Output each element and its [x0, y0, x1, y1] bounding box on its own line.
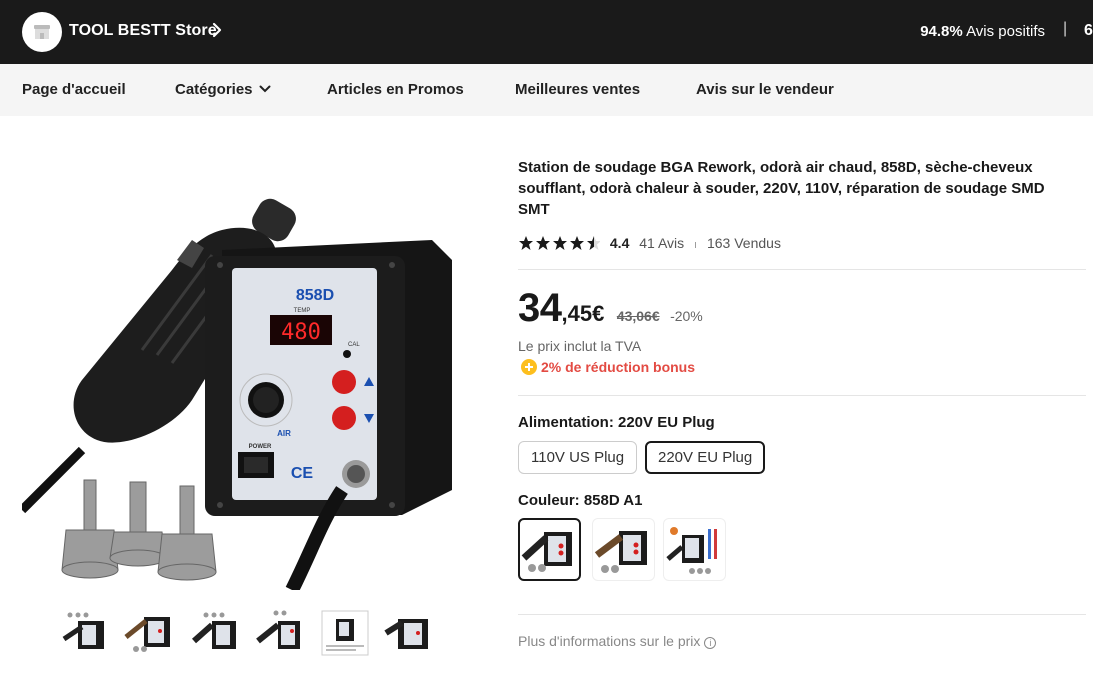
device-temp-label: TEMP — [294, 308, 311, 314]
store-nav: Page d'accueil Catégories Articles en Pr… — [0, 64, 1093, 116]
color-option-label: Couleur: 858D A1 — [518, 492, 643, 509]
thumbnail-4[interactable] — [256, 607, 306, 657]
bonus-discount[interactable]: 2% de réduction bonus — [521, 359, 695, 375]
thumbnail-5[interactable] — [320, 607, 370, 657]
star-icon — [519, 236, 533, 250]
bonus-text: 2% de réduction bonus — [541, 359, 696, 375]
store-logo-icon[interactable] — [22, 12, 62, 52]
star-icon — [570, 236, 584, 250]
vat-note: Le prix inclut la TVA — [518, 338, 642, 354]
nav-categories[interactable]: Catégories — [175, 81, 271, 98]
more-price-info-label: Plus d'informations sur le prix — [518, 633, 701, 649]
store-name-link[interactable]: TOOL BESTT Store — [69, 22, 217, 40]
store-separator: | — [1063, 20, 1068, 37]
store-followers-truncated: 6 — [1084, 22, 1093, 39]
color-option-a2[interactable] — [592, 518, 655, 581]
sold-count: 163 Vendus — [706, 235, 781, 252]
discount-badge: -20% — [670, 308, 703, 324]
device-cal-label: CAL — [348, 342, 360, 348]
device-power-label: POWER — [249, 444, 272, 450]
color-option-a1[interactable] — [518, 518, 581, 581]
store-header: TOOL BESTT Store 94.8% Avis positifs | 6 — [0, 0, 1093, 64]
store-positive-rating: 94.8% Avis positifs — [920, 23, 1045, 40]
rating-row[interactable]: 4.4 41 Avis ı 163 Vendus — [518, 235, 781, 254]
color-option-a3[interactable] — [663, 518, 726, 581]
nav-best-sellers[interactable]: Meilleures ventes — [515, 81, 640, 98]
device-ce-label: CE — [291, 465, 314, 482]
plug-option-220v[interactable]: 220V EU Plug — [645, 441, 766, 474]
info-icon: i — [704, 637, 717, 649]
chevron-right-icon[interactable] — [212, 22, 222, 43]
rating-stars — [518, 235, 601, 254]
star-icon — [553, 236, 567, 250]
original-price: 43,06€ — [616, 308, 660, 324]
chevron-down-icon — [259, 85, 271, 93]
divider — [518, 614, 1086, 615]
product-title: Station de soudage BGA Rework, odorà air… — [518, 159, 1045, 218]
nav-home[interactable]: Page d'accueil — [22, 81, 126, 98]
nav-categories-label: Catégories — [175, 81, 253, 98]
device-display-value: 480 — [281, 320, 321, 345]
divider — [518, 395, 1086, 396]
review-count-link[interactable]: 41 Avis — [639, 235, 684, 251]
rating-separator: ı — [694, 239, 698, 252]
more-price-info-link[interactable]: Plus d'informations sur le prix i — [518, 633, 717, 649]
nav-seller-reviews[interactable]: Avis sur le vendeur — [696, 81, 834, 98]
plug-option-110v[interactable]: 110V US Plug — [518, 441, 638, 474]
thumbnail-3[interactable] — [192, 607, 242, 657]
plus-coin-icon — [521, 359, 537, 375]
price-integer: 34 — [518, 286, 562, 330]
power-option-label: Alimentation: 220V EU Plug — [518, 414, 715, 431]
thumbnail-6[interactable] — [384, 607, 434, 657]
divider — [518, 269, 1086, 270]
device-model-label: 858D — [296, 287, 334, 304]
thumbnail-2[interactable] — [124, 607, 174, 657]
main-product-image[interactable]: 858D TEMP 480 CAL AIR POWER CE — [18, 160, 492, 594]
price-row: 34,45€ 43,06€ -20% — [518, 286, 703, 331]
price-decimal: ,45€ — [561, 301, 605, 326]
star-icon — [536, 236, 550, 250]
device-air-label: AIR — [277, 429, 291, 438]
thumbnail-1[interactable] — [60, 607, 110, 657]
rating-score: 4.4 — [609, 235, 630, 252]
nav-promos[interactable]: Articles en Promos — [327, 81, 464, 98]
